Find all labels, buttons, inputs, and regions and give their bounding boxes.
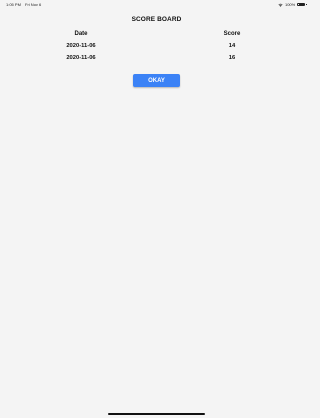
page-title: SCORE BOARD [131, 16, 182, 23]
table-row: 2020-11-06 16 [0, 55, 313, 67]
status-time: 1:05 PM [6, 2, 21, 7]
status-right: 100% [278, 0, 307, 9]
table-header-row: Date Score [0, 31, 313, 43]
battery-icon [297, 2, 306, 7]
column-header-score: Score [223, 31, 241, 37]
score-table: Date Score 2020-11-06 14 2020-11-06 16 [0, 31, 313, 66]
battery-percent: 100% [284, 2, 296, 7]
home-indicator[interactable] [108, 413, 205, 415]
row-date: 2020-11-06 [66, 43, 96, 49]
battery-tip [306, 3, 307, 6]
row-score: 14 [228, 43, 236, 49]
status-left: 1:05 PM Fri Nov 6 [6, 0, 44, 9]
row-score: 16 [228, 54, 236, 61]
wifi-icon [278, 3, 283, 7]
status-date: Fri Nov 6 [25, 2, 42, 7]
status-bar: 1:05 PM Fri Nov 6 100% [0, 0, 313, 9]
column-header-date: Date [74, 31, 88, 37]
okay-button[interactable]: OKAY [133, 74, 180, 87]
table-row: 2020-11-06 14 [0, 43, 313, 55]
row-date: 2020-11-06 [66, 54, 96, 61]
